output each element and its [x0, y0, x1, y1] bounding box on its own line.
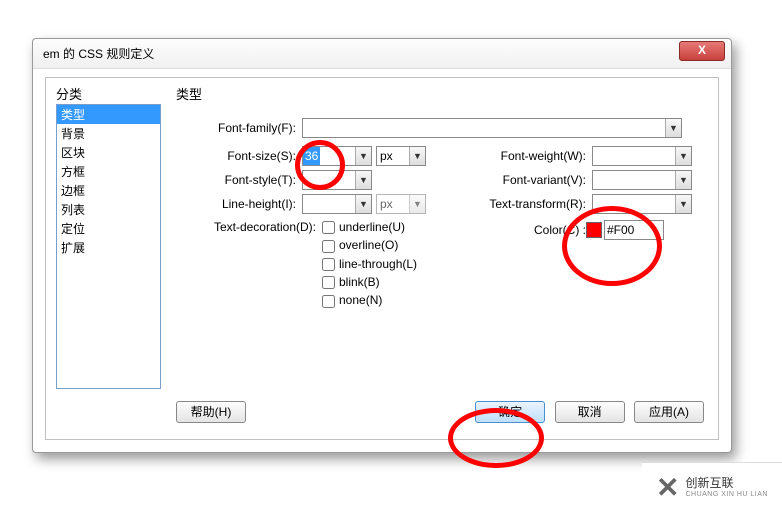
apply-button[interactable]: 应用(A) [634, 401, 704, 423]
chevron-down-icon: ▼ [665, 119, 681, 137]
font-style-combo[interactable]: ▼ [302, 170, 372, 190]
close-button[interactable]: X [679, 41, 725, 61]
logo-pinyin: CHUANG XIN HU LIAN [685, 491, 768, 499]
decoration-group: underline(U) overline(O) line-through(L)… [322, 220, 417, 308]
font-weight-combo[interactable]: ▼ [592, 146, 692, 166]
color-swatch[interactable] [586, 222, 602, 238]
blink-checkbox[interactable] [322, 276, 335, 289]
category-header: 分类 [56, 84, 82, 103]
underline-label: underline(U) [339, 220, 405, 234]
blink-label: blink(B) [339, 275, 380, 289]
list-item[interactable]: 区块 [57, 143, 160, 162]
text-decoration-label: Text-decoration(D): [176, 220, 316, 234]
chevron-down-icon: ▼ [675, 171, 691, 189]
font-family-label: Font-family(F): [176, 121, 296, 135]
color-label: Color(C) : [506, 223, 586, 237]
font-style-label: Font-style(T): [176, 173, 296, 187]
underline-checkbox[interactable] [322, 221, 335, 234]
ok-button[interactable]: 确定 [475, 401, 545, 423]
watermark-logo: ✕ 创新互联 CHUANG XIN HU LIAN [642, 462, 782, 512]
list-item[interactable]: 背景 [57, 124, 160, 143]
chevron-down-icon: ▼ [355, 147, 371, 165]
line-height-label: Line-height(I): [176, 197, 296, 211]
css-rule-dialog: em 的 CSS 规则定义 X 分类 类型 类型 背景 区块 方框 边框 列表 … [32, 38, 732, 453]
cancel-button[interactable]: 取消 [555, 401, 625, 423]
chevron-down-icon: ▼ [675, 195, 691, 213]
list-item[interactable]: 边框 [57, 181, 160, 200]
chevron-down-icon: ▼ [355, 195, 371, 213]
logo-icon: ✕ [656, 471, 679, 504]
font-weight-label: Font-weight(W): [466, 149, 586, 163]
none-checkbox[interactable] [322, 295, 335, 308]
dialog-title: em 的 CSS 规则定义 [43, 47, 154, 61]
category-listbox[interactable]: 类型 背景 区块 方框 边框 列表 定位 扩展 [56, 104, 161, 389]
dialog-content: 分类 类型 类型 背景 区块 方框 边框 列表 定位 扩展 Font-famil… [45, 77, 719, 440]
font-size-combo[interactable]: 36 ▼ [302, 146, 372, 166]
line-height-combo[interactable]: ▼ [302, 194, 372, 214]
chevron-down-icon: ▼ [355, 171, 371, 189]
font-size-unit-combo[interactable]: px ▼ [376, 146, 426, 166]
color-input[interactable] [604, 220, 664, 240]
list-item[interactable]: 方框 [57, 162, 160, 181]
chevron-down-icon: ▼ [409, 147, 425, 165]
list-item[interactable]: 扩展 [57, 238, 160, 257]
line-through-checkbox[interactable] [322, 258, 335, 271]
list-item[interactable]: 列表 [57, 200, 160, 219]
list-item[interactable]: 类型 [57, 105, 160, 124]
none-label: none(N) [339, 293, 382, 307]
overline-label: overline(O) [339, 238, 398, 252]
overline-checkbox[interactable] [322, 240, 335, 253]
chevron-down-icon: ▼ [409, 195, 425, 213]
help-button[interactable]: 帮助(H) [176, 401, 246, 423]
line-height-unit-combo[interactable]: px ▼ [376, 194, 426, 214]
font-variant-label: Font-variant(V): [466, 173, 586, 187]
text-transform-combo[interactable]: ▼ [592, 194, 692, 214]
line-through-label: line-through(L) [339, 257, 417, 271]
logo-text: 创新互联 [685, 476, 768, 490]
list-item[interactable]: 定位 [57, 219, 160, 238]
font-size-label: Font-size(S): [176, 149, 296, 163]
font-family-combo[interactable]: ▼ [302, 118, 682, 138]
text-transform-label: Text-transform(R): [466, 197, 586, 211]
font-variant-combo[interactable]: ▼ [592, 170, 692, 190]
dialog-footer: 帮助(H) 确定 取消 应用(A) [176, 401, 704, 425]
titlebar: em 的 CSS 规则定义 X [33, 39, 731, 69]
chevron-down-icon: ▼ [675, 147, 691, 165]
form-area: Font-family(F): ▼ Font-size(S): 36 ▼ px … [176, 108, 708, 388]
type-header: 类型 [176, 84, 202, 103]
